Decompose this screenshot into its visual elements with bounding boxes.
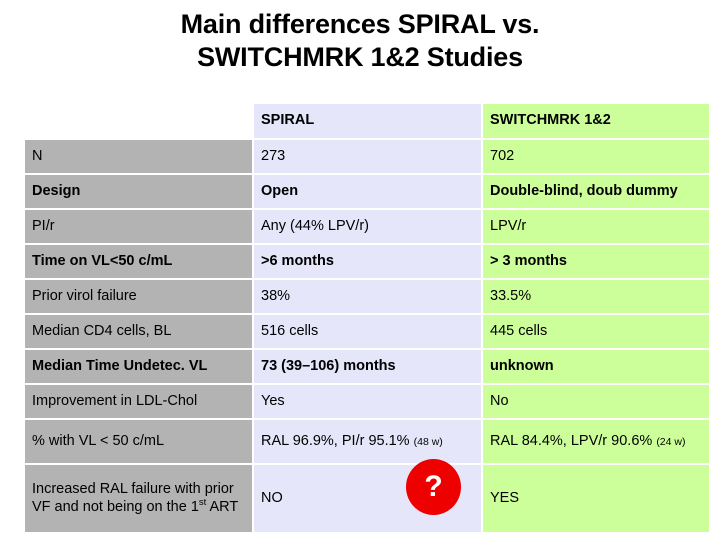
row-label: Improvement in LDL-Chol [25,385,252,418]
row-label: N [25,140,252,173]
last-row-label-part2: ART [206,498,239,515]
row-label: Time on VL<50 c/mL [25,245,252,278]
row-value-spiral: 516 cells [254,315,481,348]
table-row: Prior virol failure 38% 33.5% [25,280,709,313]
row-value-spiral: 273 [254,140,481,173]
table-row: Design Open Double-blind, doub dummy [25,175,709,208]
row-value-switchmrk: No [483,385,709,418]
table-row: Median CD4 cells, BL 516 cells 445 cells [25,315,709,348]
table-header-row: SPIRAL SWITCHMRK 1&2 [25,104,709,138]
page-title-line-2: SWITCHMRK 1&2 Studies [197,41,523,72]
header-cell-empty [25,104,252,138]
table-row: PI/r Any (44% LPV/r) LPV/r [25,210,709,243]
table-row: Time on VL<50 c/mL >6 months > 3 months [25,245,709,278]
row-value-spiral: Yes [254,385,481,418]
row-value-switchmrk: > 3 months [483,245,709,278]
row-value-switchmrk: Double-blind, doub dummy [483,175,709,208]
row-value-switchmrk: 445 cells [483,315,709,348]
row-value-switchmrk: RAL 84.4%, LPV/r 90.6% (24 w) [483,420,709,463]
row-label: Prior virol failure [25,280,252,313]
page-title: Main differences SPIRAL vs. SWITCHMRK 1&… [30,0,690,74]
row-value-spiral: >6 months [254,245,481,278]
row-label: Increased RAL failure with prior VF and … [25,465,252,532]
page-title-line-1: Main differences SPIRAL vs. [180,9,540,39]
question-mark-badge-icon: ? [406,459,461,515]
header-cell-switchmrk: SWITCHMRK 1&2 [483,104,709,138]
spiral-percent-main: RAL 96.9%, PI/r 95.1% [261,432,410,449]
row-value-spiral: 73 (39–106) months [254,350,481,383]
comparison-table-container: SPIRAL SWITCHMRK 1&2 N 273 702 Design Op… [25,104,709,532]
row-label: Median CD4 cells, BL [25,315,252,348]
row-value-switchmrk: LPV/r [483,210,709,243]
row-label: PI/r [25,210,252,243]
row-value-switchmrk: unknown [483,350,709,383]
row-value-spiral: RAL 96.9%, PI/r 95.1% (48 w) [254,420,481,463]
row-value-spiral: 38% [254,280,481,313]
header-cell-spiral: SPIRAL [254,104,481,138]
spiral-percent-note: (48 w) [413,435,443,448]
row-label: Design [25,175,252,208]
table-row: % with VL < 50 c/mL RAL 96.9%, PI/r 95.1… [25,420,709,463]
row-value-spiral: Any (44% LPV/r) [254,210,481,243]
row-label: Median Time Undetec. VL [25,350,252,383]
table-row: N 273 702 [25,140,709,173]
table-row: Median Time Undetec. VL 73 (39–106) mont… [25,350,709,383]
row-label: % with VL < 50 c/mL [25,420,252,463]
switchmrk-percent-main: RAL 84.4%, LPV/r 90.6% [490,432,653,449]
table-row: Increased RAL failure with prior VF and … [25,465,709,532]
comparison-table: SPIRAL SWITCHMRK 1&2 N 273 702 Design Op… [23,102,711,534]
row-value-spiral: Open [254,175,481,208]
row-value-switchmrk: YES [483,465,709,532]
switchmrk-percent-note: (24 w) [656,435,686,448]
table-row: Improvement in LDL-Chol Yes No [25,385,709,418]
row-value-switchmrk: 702 [483,140,709,173]
row-value-switchmrk: 33.5% [483,280,709,313]
